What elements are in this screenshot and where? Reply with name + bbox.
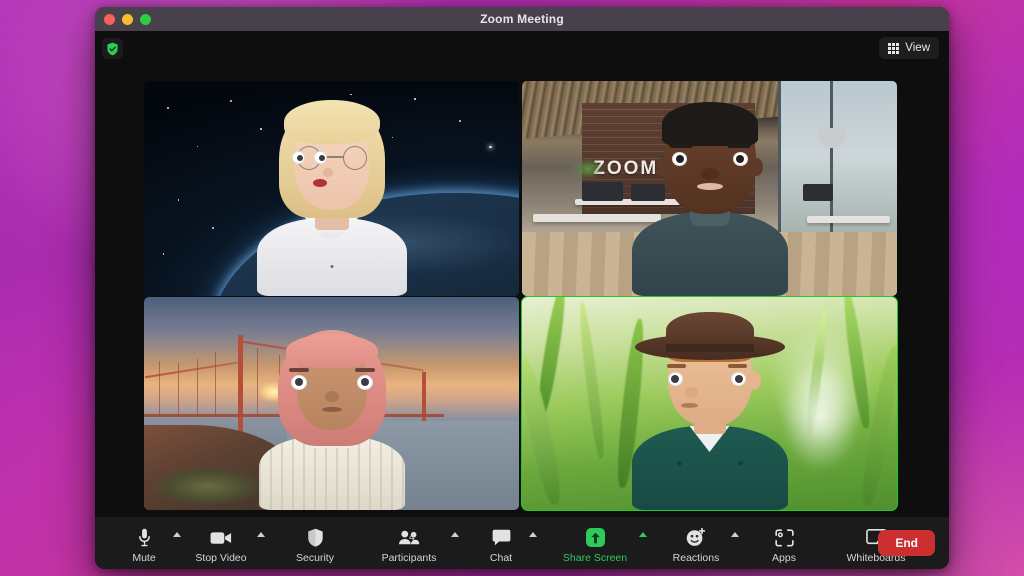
avatar-2-pupil-right xyxy=(736,155,744,163)
end-meeting-button[interactable]: End xyxy=(878,530,935,556)
share-screen-icon xyxy=(586,527,605,549)
view-button-label: View xyxy=(905,42,930,54)
window-title: Zoom Meeting xyxy=(95,12,949,26)
grass-blade xyxy=(576,301,606,459)
avatar-4-brow-right xyxy=(728,364,747,368)
avatar-4-nose xyxy=(685,387,698,398)
toolbar-button-security[interactable]: Security xyxy=(277,523,353,564)
avatar-3-pupil-right xyxy=(361,378,369,386)
bridge-hanger xyxy=(197,359,198,417)
avatar-3-nose xyxy=(325,391,339,402)
avatar-4-drawstring-right xyxy=(738,461,743,466)
video-camera-icon xyxy=(210,527,232,549)
share-screen-chevron-up-icon[interactable] xyxy=(639,532,647,537)
chat-chevron-up-icon[interactable] xyxy=(529,532,537,537)
toolbar-label-security: Security xyxy=(296,552,334,564)
avatar-2-nose xyxy=(701,168,719,180)
avatar-4-drawstring-left xyxy=(677,461,682,466)
bridge-hanger xyxy=(178,363,179,416)
toolbar-label-mute: Mute xyxy=(132,552,155,564)
avatar-2-brow-right xyxy=(727,142,751,148)
toolbar-button-chat[interactable]: Chat xyxy=(467,523,535,564)
bridge-hanger xyxy=(215,352,216,416)
avatar-1-nose xyxy=(323,168,333,177)
avatar-1 xyxy=(237,96,427,296)
avatar-3-brow-left xyxy=(289,368,309,372)
toolbar-button-reactions[interactable]: Reactions xyxy=(655,523,737,564)
toolbar-label-chat: Chat xyxy=(490,552,512,564)
minimize-button[interactable] xyxy=(122,14,133,25)
avatar-3-mouth xyxy=(322,407,342,412)
avatar-1-glasses xyxy=(295,146,369,168)
toolbar-button-stop-video[interactable]: Stop Video xyxy=(179,523,263,564)
avatar-3 xyxy=(237,320,427,510)
office-desk-3 xyxy=(807,216,890,223)
close-button[interactable] xyxy=(104,14,115,25)
meeting-toolbar: Mute Stop Video Security xyxy=(95,517,949,569)
video-tile-3[interactable] xyxy=(144,297,519,510)
view-button[interactable]: View xyxy=(879,37,939,59)
avatar-2-pupil-left xyxy=(676,155,684,163)
meeting-topbar: View xyxy=(95,31,949,65)
video-tile-1[interactable] xyxy=(144,81,519,296)
toolbar-label-stop-video: Stop Video xyxy=(195,552,246,564)
video-tile-4-active-speaker[interactable] xyxy=(522,297,897,510)
share-screen-pill xyxy=(586,528,605,547)
avatar-4-ear-right xyxy=(747,371,761,390)
avatar-2-ear-right xyxy=(750,158,763,176)
avatar-3-fringe xyxy=(286,334,378,368)
apps-icon xyxy=(775,527,794,549)
avatar-4-pupil-left xyxy=(671,375,679,383)
zoom-meeting-window: Zoom Meeting View xyxy=(95,7,949,569)
avatar-1-button xyxy=(330,265,333,268)
avatar-2 xyxy=(615,96,805,296)
window-titlebar: Zoom Meeting xyxy=(95,7,949,31)
reactions-chevron-up-icon[interactable] xyxy=(731,532,739,537)
window-controls xyxy=(104,7,151,31)
avatar-4-hat-band xyxy=(666,344,754,352)
avatar-1-pupil-right xyxy=(319,155,325,161)
participants-count-badge: 4 xyxy=(409,531,415,543)
microphone-icon xyxy=(138,527,151,549)
chat-bubble-icon xyxy=(492,527,511,549)
avatar-4 xyxy=(615,310,805,510)
toolbar-button-share-screen[interactable]: Share Screen xyxy=(547,523,643,564)
video-gallery: ZOOM xyxy=(95,65,949,517)
video-tile-2[interactable]: ZOOM xyxy=(522,81,897,296)
toolbar-label-share-screen: Share Screen xyxy=(563,552,627,564)
reactions-icon xyxy=(686,527,706,549)
avatar-4-mouth xyxy=(681,403,698,408)
participants-chevron-up-icon[interactable] xyxy=(451,532,459,537)
office-monitor-3 xyxy=(803,184,833,201)
avatar-2-mouth xyxy=(697,183,723,190)
toolbar-button-mute[interactable]: Mute xyxy=(109,523,179,564)
screen: Zoom Meeting View xyxy=(0,0,1024,576)
avatar-1-mouth xyxy=(313,179,327,187)
bridge-hangers xyxy=(159,361,160,416)
toolbar-label-reactions: Reactions xyxy=(673,552,720,564)
video-chevron-up-icon[interactable] xyxy=(257,532,265,537)
office-pendant-lamp xyxy=(819,128,845,148)
avatar-2-brow-left xyxy=(669,142,693,148)
toolbar-label-participants: Participants xyxy=(382,552,437,564)
avatar-4-pupil-right xyxy=(735,375,743,383)
avatar-1-pupil-left xyxy=(297,155,303,161)
avatar-2-hair xyxy=(662,102,758,146)
maximize-button[interactable] xyxy=(140,14,151,25)
avatar-1-hair-fringe xyxy=(284,100,380,144)
avatar-2-ear-left xyxy=(657,158,670,176)
avatar-3-brow-right xyxy=(355,368,375,372)
toolbar-label-apps: Apps xyxy=(772,552,796,564)
shield-icon xyxy=(307,527,324,549)
toolbar-button-participants[interactable]: 4 Participants xyxy=(365,523,453,564)
toolbar-button-apps[interactable]: Apps xyxy=(749,523,819,564)
shield-check-icon[interactable] xyxy=(102,38,123,59)
grid-icon xyxy=(888,43,899,54)
avatar-3-pupil-left xyxy=(295,378,303,386)
toolbar-items: Mute Stop Video Security xyxy=(109,523,949,564)
avatar-4-brow-left xyxy=(667,364,686,368)
